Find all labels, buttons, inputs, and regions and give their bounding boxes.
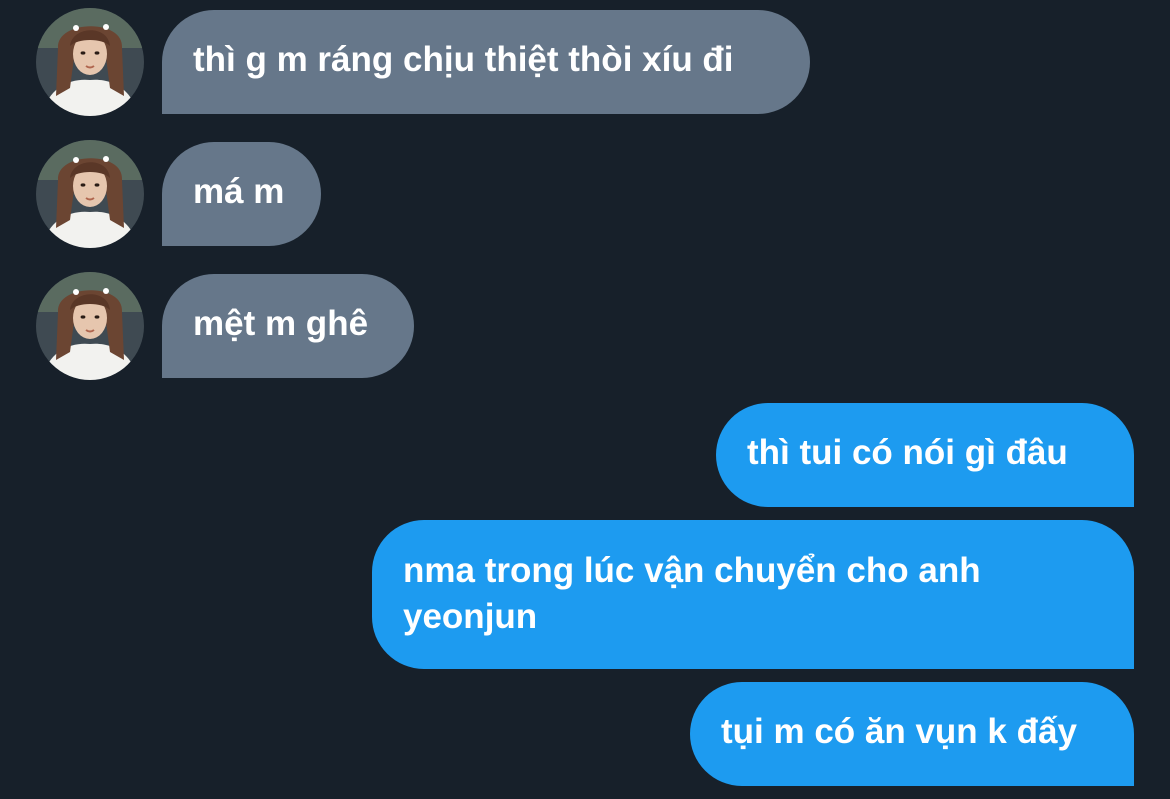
avatar-photo-icon — [36, 272, 144, 380]
message-text: tụi m có ăn vụn k đấy — [721, 712, 1077, 751]
chat-thread: thì g m ráng chịu thiệt thòi xíu đi má m — [0, 0, 1170, 799]
user-avatar[interactable] — [36, 272, 144, 380]
sent-message-bubble[interactable]: tụi m có ăn vụn k đấy — [690, 682, 1134, 786]
avatar-photo-icon — [36, 8, 144, 116]
received-message-bubble[interactable]: má m — [162, 142, 321, 246]
message-text: mệt m ghê — [193, 304, 369, 343]
message-text: thì tui có nói gì đâu — [747, 433, 1068, 472]
received-message-bubble[interactable]: thì g m ráng chịu thiệt thòi xíu đi — [162, 10, 810, 114]
user-avatar[interactable] — [36, 8, 144, 116]
received-message-bubble[interactable]: mệt m ghê — [162, 274, 414, 378]
sent-message-bubble[interactable]: thì tui có nói gì đâu — [716, 403, 1134, 507]
sent-message-bubble[interactable]: nma trong lúc vận chuyển cho anh yeonjun — [372, 520, 1134, 669]
user-avatar[interactable] — [36, 140, 144, 248]
message-text: má m — [193, 172, 285, 211]
avatar-photo-icon — [36, 140, 144, 248]
message-text: thì g m ráng chịu thiệt thòi xíu đi — [193, 40, 734, 79]
message-text: nma trong lúc vận chuyển cho anh yeonjun — [403, 551, 981, 636]
